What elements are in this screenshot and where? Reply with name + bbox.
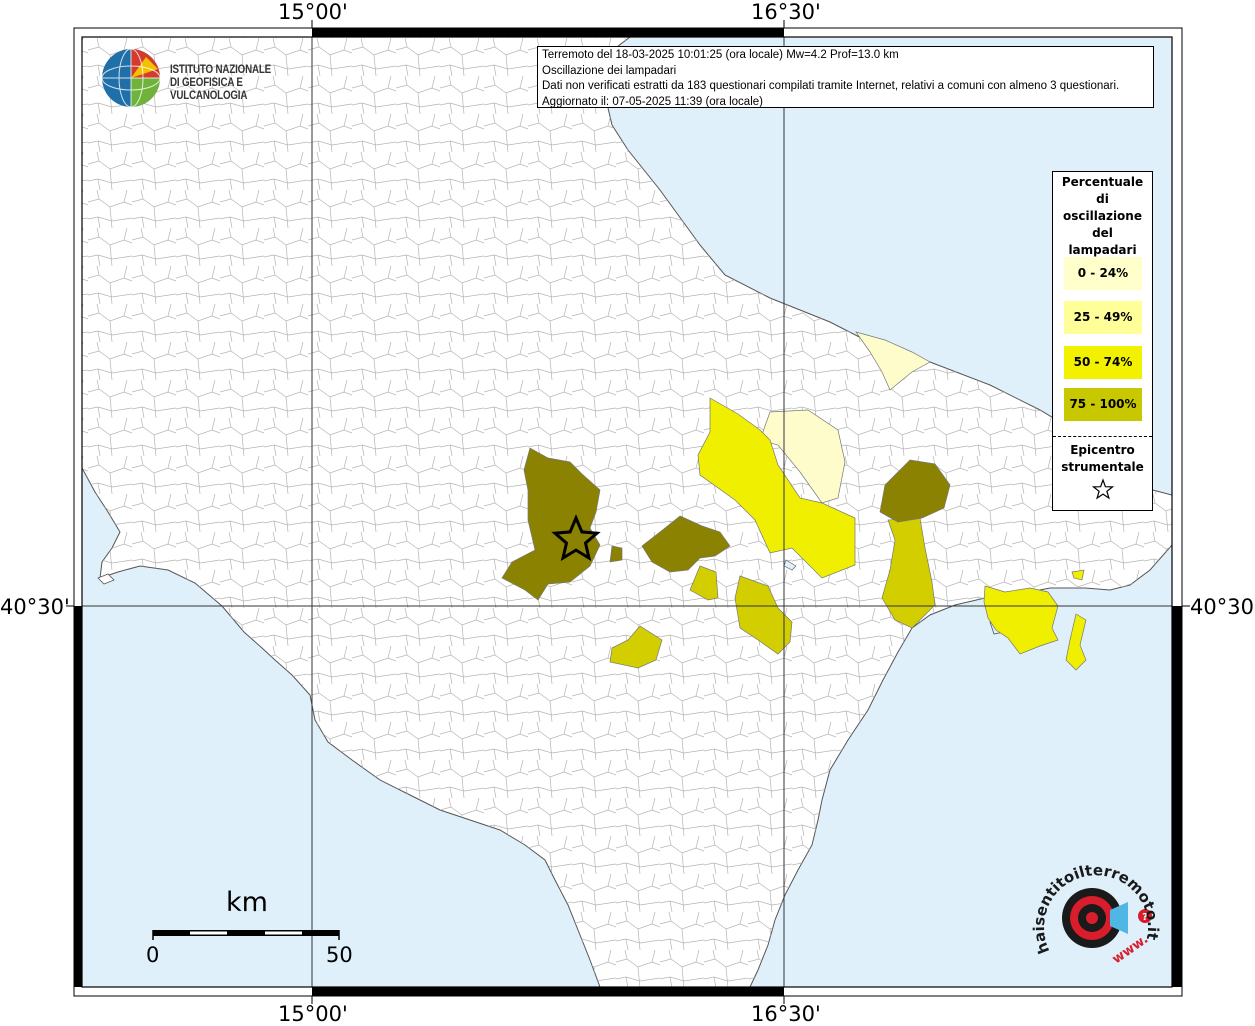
scale-end: 50: [326, 943, 353, 967]
lon-label-top-2: 16°30': [751, 0, 821, 24]
ingv-name-line2: DI GEOFISICA E VULCANOLOGIA: [170, 77, 248, 102]
legend-epicenter-line: Epicentro: [1070, 443, 1135, 457]
legend-title-line: oscillazione: [1063, 209, 1142, 223]
legend-epicenter-label: Epicentro strumentale: [1053, 442, 1152, 476]
lon-label-top-1: 15°00': [278, 0, 348, 24]
lon-label-bottom-1: 15°00': [278, 1002, 348, 1026]
legend-title-line: Percentuale: [1061, 175, 1144, 189]
event-data-note: Dati non verificati estratti da 183 ques…: [542, 80, 1120, 92]
legend-class-50-74: 50 - 74%: [1064, 346, 1142, 379]
event-info-box: Terremoto del 18-03-2025 10:01:25 (ora l…: [537, 46, 1154, 108]
scale-start: 0: [146, 943, 160, 967]
legend-title-line: del: [1092, 226, 1113, 240]
legend-title-line: di: [1096, 192, 1109, 206]
event-updated: Aggiornato il: 07-05-2025 11:39 (ora loc…: [542, 95, 763, 108]
lat-label-right: 40°30': [1190, 595, 1255, 619]
hst-target-icon: ? haisentitoilterremoto.it www.: [1030, 861, 1162, 967]
lat-label-left: 40°30': [0, 595, 70, 619]
event-title: Terremoto del 18-03-2025 10:01:25 (ora l…: [542, 49, 899, 61]
event-parameter: Oscillazione dei lampadari: [542, 64, 677, 77]
hst-logo: ? haisentitoilterremoto.it www.: [1030, 860, 1165, 980]
region-olive-2: [609, 545, 623, 563]
hst-logo-www: www.: [1110, 932, 1151, 967]
ingv-name-line1: ISTITUTO NAZIONALE: [170, 64, 272, 76]
legend-title: Percentuale di oscillazione del lampadar…: [1053, 172, 1152, 259]
legend-class-75-100: 75 - 100%: [1064, 388, 1142, 421]
lon-label-bottom-2: 16°30': [751, 1002, 821, 1026]
ingv-globe-icon: [101, 48, 161, 108]
epicenter-star-icon: [1091, 478, 1115, 500]
legend: Percentuale di oscillazione del lampadar…: [1052, 171, 1153, 511]
ingv-logo: ISTITUTO NAZIONALE DI GEOFISICA E VULCAN…: [100, 47, 320, 109]
scale-unit: km: [226, 887, 268, 918]
legend-epicenter-line: strumentale: [1061, 460, 1144, 474]
legend-class-25-49: 25 - 49%: [1064, 301, 1142, 334]
legend-class-0-24: 0 - 24%: [1064, 257, 1142, 290]
